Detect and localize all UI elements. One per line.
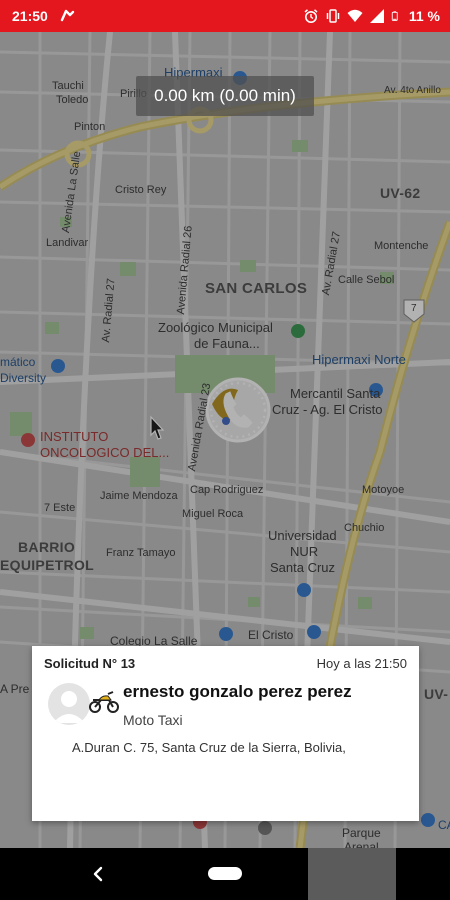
ride-request-card[interactable]: Solicitud N° 13 Hoy a las 21:50 ernesto … xyxy=(32,646,419,821)
request-number: Solicitud N° 13 xyxy=(44,656,136,671)
map-label-universidad-3: Santa Cruz xyxy=(270,560,336,575)
app-notification-icon xyxy=(60,9,75,22)
system-nav-bar xyxy=(0,848,450,900)
map-label-ca: CA xyxy=(438,818,450,832)
map-label-zoologico-1: Zoológico Municipal xyxy=(158,320,273,335)
map-label-cap-rodriguez: Cap Rodriguez xyxy=(190,484,264,496)
map-label-av-4to-anillo: Av. 4to Anillo xyxy=(384,85,441,96)
map-label-7-este: 7 Este xyxy=(44,502,76,514)
map-label-hipermaxi-norte: Hipermaxi Norte xyxy=(312,352,406,367)
pickup-address: A.Duran C. 75, Santa Cruz de la Sierra, … xyxy=(72,740,346,755)
service-type: Moto Taxi xyxy=(123,712,183,728)
status-icons: 11 % xyxy=(303,8,440,24)
wifi-icon xyxy=(347,9,363,22)
map-label-route-7: 7 xyxy=(411,303,417,314)
map-label-instituto-2: ONCOLOGICO DEL... xyxy=(40,445,170,460)
back-icon[interactable] xyxy=(88,862,108,886)
map-label-barrio-2: EQUIPETROL xyxy=(0,557,95,573)
map-label-pinton: Pinton xyxy=(74,121,106,133)
map-label-jaime-mendoza: Jaime Mendoza xyxy=(100,490,178,502)
map-label-san-carlos: SAN CARLOS xyxy=(205,280,308,297)
map-label-uv62: UV-62 xyxy=(380,185,421,201)
status-bar: 21:50 11 % xyxy=(0,0,450,32)
home-pill[interactable] xyxy=(208,867,242,880)
user-placeholder-icon xyxy=(53,691,85,723)
map-label-parque-2: Arenal xyxy=(344,840,379,848)
map-label-tauchi: Tauchi xyxy=(52,80,84,92)
map-label-mercantil-2: Cruz - Ag. El Cristo xyxy=(272,402,383,417)
vibrate-icon xyxy=(326,9,340,23)
map-label-a-pre: A Pre xyxy=(0,682,30,696)
map-label-motoyoe: Motoyoe xyxy=(362,484,405,496)
map-label-mercantil-1: Mercantil Santa xyxy=(290,386,381,401)
map-label-toledo: Toledo xyxy=(56,94,89,106)
distance-time-label: 0.00 km (0.00 min) xyxy=(136,76,314,116)
motorcycle-icon xyxy=(89,691,119,713)
map-label-parque-1: Parque xyxy=(342,826,381,840)
map-label-matico-2: Diversity xyxy=(0,371,47,385)
map-label-franz-tamayo: Franz Tamayo xyxy=(106,547,176,559)
map-label-universidad-2: NUR xyxy=(290,544,319,559)
map-label-matico-1: mático xyxy=(0,355,36,369)
battery-percentage: 11 % xyxy=(408,8,440,24)
map-label-landivar: Landivar xyxy=(46,237,89,249)
map-label-montenche: Montenche xyxy=(374,240,429,252)
signal-icon xyxy=(369,9,384,23)
map-label-barrio-1: BARRIO xyxy=(18,539,76,555)
map-label-cristo-rey: Cristo Rey xyxy=(115,184,167,196)
battery-icon xyxy=(391,11,398,21)
avatar xyxy=(48,683,90,725)
map-label-uv-right: UV- xyxy=(424,686,449,702)
driver-name: ernesto gonzalo perez perez xyxy=(123,682,352,701)
request-timestamp: Hoy a las 21:50 xyxy=(316,656,407,671)
alarm-icon xyxy=(304,9,318,23)
map-label-chuchio: Chuchio xyxy=(344,522,385,534)
status-time: 21:50 xyxy=(12,8,48,24)
map-label-universidad-1: Universidad xyxy=(268,528,337,543)
nav-overlay-block xyxy=(308,848,396,900)
map-label-el-cristo: El Cristo xyxy=(248,628,294,642)
map-label-miguel-roca: Miguel Roca xyxy=(182,508,244,520)
map-label-instituto-1: INSTITUTO xyxy=(40,429,109,444)
map-label-calle-sebol: Calle Sebol xyxy=(338,274,395,286)
map-label-zoologico-2: de Fauna... xyxy=(194,336,260,351)
